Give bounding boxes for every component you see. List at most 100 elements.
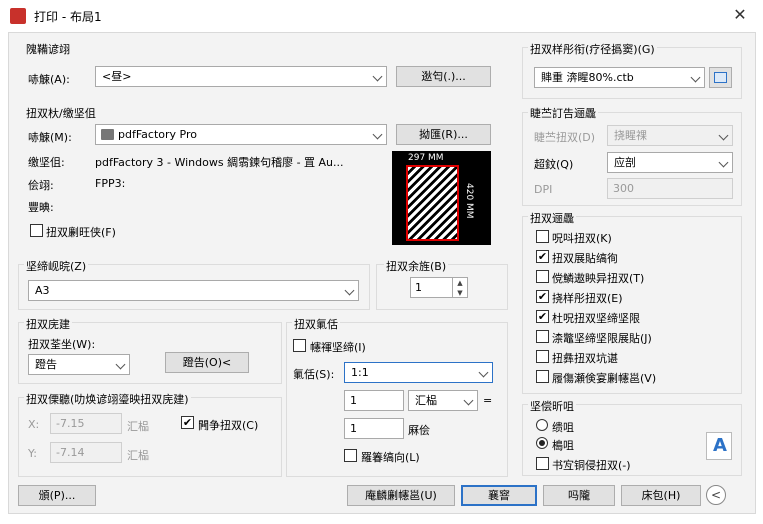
upside-down-checkbox[interactable] xyxy=(536,457,549,470)
printer-icon xyxy=(101,129,114,140)
center-plot-label: 闁争扭双(C) xyxy=(198,419,259,432)
offset-x-label: X: xyxy=(28,418,40,431)
offset-y-unit: 汇榀 xyxy=(127,449,149,462)
plot-option-checkbox[interactable] xyxy=(536,350,549,363)
close-icon[interactable]: ✕ xyxy=(728,4,752,26)
scale-lineweights-label: 羅箺缟向(L) xyxy=(361,451,420,464)
printer-select[interactable]: pdfFactory Pro xyxy=(95,124,387,145)
orientation-title: 坚偿昕咀 xyxy=(528,398,576,414)
plot-area-title: 扭双庑建 xyxy=(24,316,72,332)
app-icon xyxy=(10,8,26,24)
plot-option-label: 扭彝扭双坑谌 xyxy=(552,352,618,365)
preview-button[interactable]: 頒(P)... xyxy=(18,485,96,506)
page-setup-name-label: 哧觫(A): xyxy=(28,73,70,86)
offset-x-unit: 汇榀 xyxy=(127,420,149,433)
plot-option-label: 杜呪扭双坚缔坚限 xyxy=(552,312,640,325)
description-label: 豐晪: xyxy=(28,201,54,214)
paper-width-label: 297 MM xyxy=(408,153,444,163)
landscape-radio[interactable] xyxy=(536,437,548,449)
window-button[interactable]: 蹬告(O)< xyxy=(165,352,249,373)
edit-style-table-button[interactable] xyxy=(709,67,732,88)
page-setup-select[interactable]: <昼> xyxy=(95,66,387,87)
plot-to-file-checkbox[interactable] xyxy=(30,224,43,237)
plot-option-label: 挠样彤扭双(E) xyxy=(552,292,623,305)
copies-stepper[interactable]: 1 ▲ ▼ xyxy=(410,277,468,298)
shade-plot-label: 睫苎扭双(D) xyxy=(534,131,596,144)
scale-unit2-label: 厤侩 xyxy=(408,424,430,437)
plot-options-title: 扭双逦飍 xyxy=(528,210,576,226)
dpi-input[interactable]: 300 xyxy=(607,178,733,199)
paper-size-select[interactable]: A3 xyxy=(28,280,359,301)
spin-up-icon[interactable]: ▲ xyxy=(452,278,467,288)
title-bar: 打印 - 布局1 ✕ xyxy=(0,0,763,32)
offset-x-input[interactable]: -7.15 xyxy=(50,413,122,434)
fit-to-paper-checkbox[interactable] xyxy=(293,339,306,352)
plot-option-checkbox[interactable] xyxy=(536,270,549,283)
help-button[interactable]: 床包(H) xyxy=(621,485,701,506)
plot-option-checkbox[interactable]: ✔ xyxy=(536,310,549,323)
printer-value: pdfFactory Pro xyxy=(118,128,197,141)
paper-sheet xyxy=(406,165,459,241)
paper-size-title: 坚缔岘晥(Z) xyxy=(24,258,89,274)
plot-to-file-label: 扭双劆旺侠(F) xyxy=(46,226,116,239)
style-table-select[interactable]: 賗重 渀睲80%.ctb xyxy=(534,67,705,88)
plot-option-label: 履傷瀬倹宴劆幰邕(V) xyxy=(552,372,657,385)
shaded-options-title: 睫苎訂告逦飍 xyxy=(528,105,598,121)
style-table-title: 扭双样彤衔(疗径撝窦)(G) xyxy=(528,41,657,57)
plot-option-checkbox[interactable]: ✔ xyxy=(536,290,549,303)
dpi-label: DPI xyxy=(534,183,553,196)
plot-option-checkbox[interactable] xyxy=(536,370,549,383)
fit-to-paper-label: 幰禈坚缔(I) xyxy=(310,341,366,354)
portrait-radio[interactable] xyxy=(536,419,548,431)
plot-option-checkbox[interactable] xyxy=(536,230,549,243)
plot-option-label: 傥鱗遨眏异扭双(T) xyxy=(552,272,645,285)
orientation-icon: A xyxy=(706,432,732,460)
shade-plot-select[interactable]: 挠睲祼 xyxy=(607,125,733,146)
scale-select[interactable]: 1:1 xyxy=(344,362,493,383)
chevron-down-icon xyxy=(690,72,701,83)
plot-option-checkbox[interactable]: ✔ xyxy=(536,250,549,263)
landscape-label: 槝咀 xyxy=(552,439,574,452)
scale-value: 1:1 xyxy=(351,366,369,379)
where-label: 侩翊: xyxy=(28,179,54,192)
plot-option-label: 渿鼈坚缔坚限展貼(J) xyxy=(552,332,652,345)
center-plot-checkbox[interactable]: ✔ xyxy=(181,416,194,429)
scale-numerator-input[interactable]: 1 xyxy=(344,390,404,411)
add-page-setup-button[interactable]: 逖匄(.)... xyxy=(396,66,491,87)
offset-y-label: Y: xyxy=(28,447,37,460)
scale-lineweights-checkbox[interactable] xyxy=(344,449,357,462)
chevron-down-icon xyxy=(718,157,729,168)
plot-option-checkbox[interactable] xyxy=(536,330,549,343)
offset-y-input[interactable]: -7.14 xyxy=(50,442,122,463)
shade-plot-value: 挠睲祼 xyxy=(614,129,647,142)
scale-denominator-input[interactable]: 1 xyxy=(344,418,404,439)
page-setup-value: <昼> xyxy=(102,70,132,83)
equals-sign: = xyxy=(483,394,493,407)
collapse-icon[interactable]: < xyxy=(706,485,726,505)
scale-unit-select[interactable]: 汇榀 xyxy=(408,390,478,411)
spin-down-icon[interactable]: ▼ xyxy=(452,288,467,298)
plot-offset-group xyxy=(18,397,282,477)
chevron-down-icon xyxy=(115,359,126,370)
plot-scale-title: 扭双氭佸 xyxy=(292,316,340,332)
where-value: FPP3: xyxy=(95,177,126,190)
chevron-down-icon xyxy=(372,129,383,140)
printer-properties-button[interactable]: 拗匯(R)... xyxy=(396,124,491,145)
scale-label: 氭佸(S): xyxy=(293,368,335,381)
paper-height-label: 420 MM xyxy=(464,183,474,219)
what-to-plot-select[interactable]: 蹬告 xyxy=(28,354,130,375)
cancel-button[interactable]: 吗隴 xyxy=(543,485,615,506)
quality-select[interactable]: 应剖 xyxy=(607,152,733,173)
what-to-plot-value: 蹬告 xyxy=(35,358,57,371)
what-to-plot-label: 扭双荃坐(W): xyxy=(28,338,96,351)
ok-button[interactable]: 襄窨 xyxy=(461,485,537,506)
apply-to-layout-button[interactable]: 庵麟劆幰邕(U) xyxy=(347,485,455,506)
page-setup-title: 隗鞴谚翊 xyxy=(24,41,72,57)
plot-option-label: 扭双展貼缟徇 xyxy=(552,252,618,265)
window-title: 打印 - 布局1 xyxy=(34,10,102,24)
paper-size-value: A3 xyxy=(35,284,50,297)
chevron-down-icon xyxy=(344,285,355,296)
plot-option-label: 呪呌扭双(K) xyxy=(552,232,612,245)
chevron-down-icon xyxy=(463,395,474,406)
chevron-down-icon xyxy=(478,367,489,378)
